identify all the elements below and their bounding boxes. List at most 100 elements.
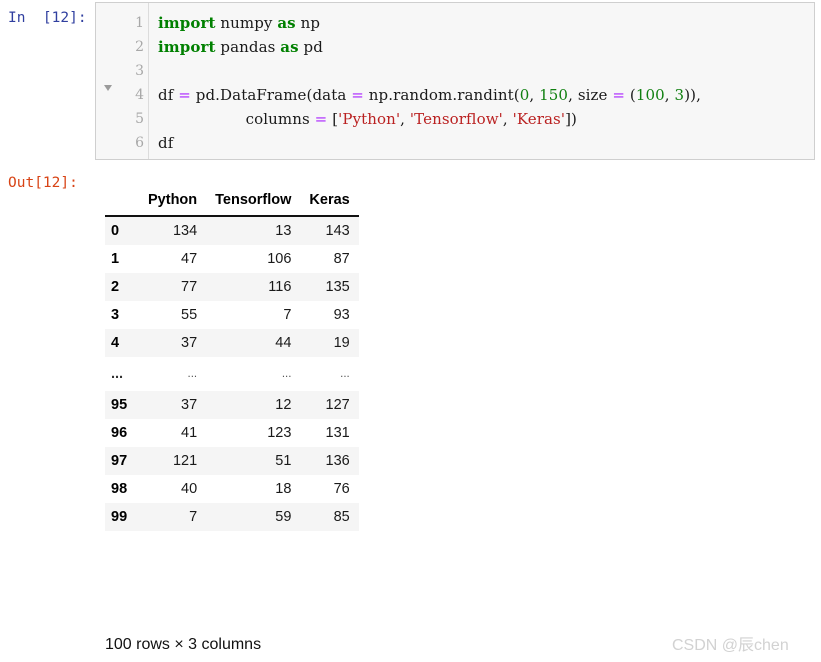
table-cell: 41 bbox=[181, 425, 198, 441]
code-line[interactable] bbox=[158, 59, 814, 83]
table-row: ............ bbox=[105, 357, 359, 391]
line-number: 1 bbox=[135, 15, 144, 31]
code-token: 3 bbox=[674, 86, 685, 104]
table-header: Python Tensorflow Keras bbox=[105, 188, 359, 217]
code-token: columns bbox=[158, 110, 315, 128]
column-header: Tensorflow bbox=[206, 188, 301, 217]
column-header: Keras bbox=[300, 188, 359, 217]
code-line[interactable]: columns = ['Python', 'Tensorflow', 'Kera… bbox=[158, 107, 814, 131]
code-token: , bbox=[502, 110, 513, 128]
table-cell: 55 bbox=[181, 307, 198, 323]
table-cell: 51 bbox=[275, 453, 292, 469]
table-cell: 77 bbox=[181, 279, 198, 295]
output-prompt-label: Out[12]: bbox=[8, 175, 78, 191]
code-token: import bbox=[158, 38, 216, 56]
table-cell: 116 bbox=[268, 279, 292, 295]
row-index-cell: 95 bbox=[111, 397, 128, 413]
table-row: 1 47 106 87 bbox=[105, 245, 359, 273]
index-column-header bbox=[105, 188, 139, 217]
table-cell: 123 bbox=[267, 425, 292, 441]
code-token: as bbox=[280, 38, 299, 56]
table-cell: 134 bbox=[172, 223, 198, 239]
table-cell: 37 bbox=[181, 335, 198, 351]
code-source-text[interactable]: import numpy as np import pandas as pd df… bbox=[158, 11, 814, 155]
code-token: , bbox=[529, 86, 540, 104]
table-cell: 143 bbox=[325, 223, 350, 239]
table-header-row: Python Tensorflow Keras bbox=[105, 188, 359, 217]
code-token: numpy bbox=[215, 14, 278, 32]
code-token: import bbox=[158, 14, 216, 32]
line-number: 5 bbox=[135, 111, 144, 127]
code-token: pandas bbox=[215, 38, 281, 56]
table-cell: 13 bbox=[275, 223, 292, 239]
code-token: df bbox=[158, 86, 179, 104]
code-line[interactable]: df bbox=[158, 131, 814, 155]
dataframe-shape-label: 100 rows × 3 columns bbox=[105, 636, 262, 653]
table-cell: 87 bbox=[333, 251, 350, 267]
code-token: 100 bbox=[635, 86, 665, 104]
watermark-text: CSDN @辰chen bbox=[672, 637, 789, 654]
table-cell: 85 bbox=[333, 509, 350, 525]
code-token: = bbox=[612, 86, 626, 104]
code-line[interactable]: import pandas as pd bbox=[158, 35, 814, 59]
table-cell: 136 bbox=[325, 453, 350, 469]
row-index-cell: 1 bbox=[111, 251, 120, 267]
code-token: 0 bbox=[519, 86, 530, 104]
row-index-cell: 98 bbox=[111, 481, 128, 497]
table-row: 0 134 13 143 bbox=[105, 216, 359, 245]
code-fold-gutter[interactable] bbox=[100, 3, 118, 159]
code-token: pd bbox=[298, 38, 323, 56]
line-number: 3 bbox=[135, 63, 144, 79]
table-cell: 47 bbox=[181, 251, 198, 267]
dataframe-table: Python Tensorflow Keras 0 134 13 143 1 47 106 87 2… bbox=[105, 188, 359, 531]
line-number-gutter: 1 2 3 4 5 6 bbox=[118, 11, 144, 155]
code-token: = bbox=[178, 86, 191, 104]
table-row: 2 77 116 135 bbox=[105, 273, 359, 301]
table-cell: 19 bbox=[333, 335, 350, 351]
line-number: 6 bbox=[135, 135, 144, 151]
table-cell: 12 bbox=[275, 397, 292, 413]
input-prompt-label: In [12]: bbox=[8, 10, 87, 26]
table-cell: 59 bbox=[275, 509, 292, 525]
table-cell: ... bbox=[340, 368, 350, 380]
code-editor[interactable]: 123456 import numpy as np import pandas a… bbox=[95, 2, 815, 160]
table-row: 96 41 123 131 bbox=[105, 419, 359, 447]
dataframe-output: Python Tensorflow Keras 0 134 13 143 1 47 106 87 2… bbox=[105, 188, 405, 531]
code-token: = bbox=[314, 110, 328, 128]
table-row: 95 37 12 127 bbox=[105, 391, 359, 419]
row-index-cell: 0 bbox=[111, 223, 120, 239]
code-token: 'Tensorflow' bbox=[409, 110, 503, 128]
table-row: 3 55 7 93 bbox=[105, 301, 359, 329]
table-cell: 44 bbox=[275, 335, 292, 351]
table-cell: ... bbox=[187, 368, 198, 380]
table-cell: 18 bbox=[275, 481, 292, 497]
code-line[interactable]: import numpy as np bbox=[158, 11, 814, 35]
table-row: 4 37 44 19 bbox=[105, 329, 359, 357]
code-token: pd.DataFrame(data bbox=[190, 86, 352, 104]
gutter-divider bbox=[148, 3, 149, 159]
row-index-cell: 2 bbox=[111, 279, 120, 295]
table-row: 97 121 51 136 bbox=[105, 447, 359, 475]
code-token: 'Keras' bbox=[512, 110, 566, 128]
line-number: 4 bbox=[135, 87, 144, 103]
code-token: = bbox=[351, 86, 364, 104]
table-body: 0 134 13 143 1 47 106 87 2 77 116 135 3 55 7 93 4 37 44 19.… bbox=[105, 216, 359, 531]
table-cell: 37 bbox=[181, 397, 198, 413]
table-row: 98 40 18 76 bbox=[105, 475, 359, 503]
code-token: , bbox=[400, 110, 410, 128]
table-cell: 121 bbox=[172, 453, 198, 469]
code-line[interactable]: df = pd.DataFrame(data = np.random.randi… bbox=[158, 83, 814, 107]
table-cell: 127 bbox=[325, 397, 350, 413]
row-index-cell: 96 bbox=[111, 425, 128, 441]
table-cell: 7 bbox=[283, 307, 292, 323]
table-cell: 106 bbox=[267, 251, 292, 267]
row-index-cell: 4 bbox=[111, 335, 120, 351]
line-number: 2 bbox=[135, 39, 144, 55]
column-header: Python bbox=[139, 188, 207, 217]
row-index-cell: 97 bbox=[111, 453, 128, 469]
table-cell: 7 bbox=[189, 509, 198, 525]
table-row: 99 7 59 85 bbox=[105, 503, 359, 531]
row-index-cell: ... bbox=[111, 366, 124, 382]
triangle-down-icon[interactable] bbox=[104, 85, 112, 91]
code-token: as bbox=[277, 14, 296, 32]
